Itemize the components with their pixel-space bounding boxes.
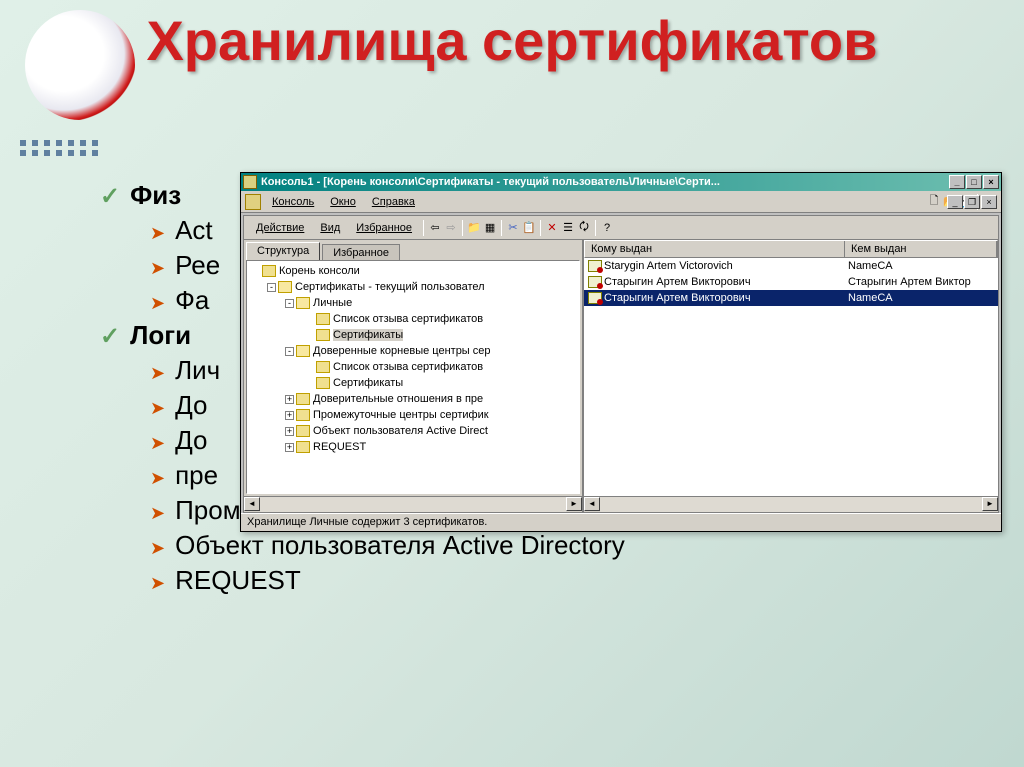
status-bar: Хранилище Личные содержит 3 сертификатов… — [241, 513, 1001, 531]
tree-label: Сертификаты — [333, 329, 403, 341]
mmc-window: Консоль1 - [Корень консоли\Сертификаты -… — [240, 172, 1002, 532]
expand-toggle[interactable]: + — [285, 427, 294, 436]
tree-label: Сертификаты - текущий пользовател — [295, 281, 485, 293]
list-row[interactable]: Starygin Artem VictorovichNameCA — [584, 258, 998, 274]
tree-label: Объект пользователя Active Direct — [313, 425, 488, 437]
scroll-right-icon[interactable]: ► — [982, 497, 998, 511]
menu-console[interactable]: Консоль — [264, 194, 322, 210]
tree-label: Корень консоли — [279, 265, 360, 277]
tree-node[interactable]: + REQUEST — [249, 439, 577, 455]
decorative-dots — [20, 140, 100, 156]
console-icon — [245, 194, 261, 210]
tree-node[interactable]: + Объект пользователя Active Direct — [249, 423, 577, 439]
titlebar[interactable]: Консоль1 - [Корень консоли\Сертификаты -… — [241, 173, 1001, 191]
bullet-item: REQUEST — [150, 565, 984, 596]
delete-icon[interactable]: ✕ — [544, 220, 560, 236]
tree-node[interactable]: - Доверенные корневые центры сер — [249, 343, 577, 359]
slide-logo — [25, 10, 155, 130]
folder-icon — [262, 265, 276, 277]
col-issued-to[interactable]: Кому выдан — [585, 241, 845, 257]
expand-toggle[interactable]: + — [285, 395, 294, 404]
tree-label: Промежуточные центры сертифик — [313, 409, 489, 421]
tree-label: Список отзыва сертификатов — [333, 313, 483, 325]
cut-icon[interactable]: ✂ — [505, 220, 521, 236]
minimize-button[interactable]: _ — [949, 175, 965, 189]
certificate-icon — [588, 276, 602, 288]
new-icon[interactable]: 🗋 — [926, 194, 942, 210]
inner-toolbar: Действие Вид Избранное ⇦ ⇨ 📁 ▦ ✂ 📋 ✕ ☰ 🗘… — [244, 216, 998, 240]
refresh-icon[interactable]: 🗘 — [576, 220, 592, 236]
tree-label: REQUEST — [313, 441, 366, 453]
child-restore-button[interactable]: ❐ — [964, 195, 980, 209]
forward-icon[interactable]: ⇨ — [443, 220, 459, 236]
folder-icon — [296, 345, 310, 357]
expand-toggle[interactable]: - — [267, 283, 276, 292]
list-header: Кому выдан Кем выдан — [584, 240, 998, 258]
tree-node[interactable]: Сертификаты — [249, 375, 577, 391]
folder-icon — [316, 377, 330, 389]
show-hide-icon[interactable]: ▦ — [482, 220, 498, 236]
tree-label: Личные — [313, 297, 352, 309]
bullet-item: Объект пользователя Active Directory — [150, 530, 984, 561]
tree-view[interactable]: Корень консоли-Сертификаты - текущий пол… — [246, 260, 580, 494]
close-button[interactable]: × — [983, 175, 999, 189]
tab-structure[interactable]: Структура — [246, 242, 320, 260]
scroll-left-icon[interactable]: ◄ — [244, 497, 260, 511]
tree-pane: Структура Избранное Корень консоли-Серти… — [244, 240, 584, 512]
outer-menubar: Консоль Окно Справка 🗋 📂 💾 ▦ — [241, 191, 1001, 213]
expand-toggle[interactable]: + — [285, 411, 294, 420]
certificate-icon — [588, 260, 602, 272]
menu-favorites[interactable]: Избранное — [348, 220, 420, 236]
folder-icon — [296, 409, 310, 421]
list-pane: Кому выдан Кем выдан Starygin Artem Vict… — [584, 240, 998, 512]
folder-icon — [316, 313, 330, 325]
folder-icon — [278, 281, 292, 293]
folder-icon — [316, 329, 330, 341]
child-minimize-button[interactable]: _ — [947, 195, 963, 209]
back-icon[interactable]: ⇦ — [427, 220, 443, 236]
menu-view[interactable]: Вид — [312, 220, 348, 236]
menu-action[interactable]: Действие — [248, 220, 312, 236]
scroll-left-icon[interactable]: ◄ — [584, 497, 600, 511]
mdi-child: _ ❐ × Действие Вид Избранное ⇦ ⇨ 📁 ▦ ✂ 📋… — [243, 215, 999, 513]
list-row[interactable]: Старыгин Артем ВикторовичСтарыгин Артем … — [584, 274, 998, 290]
tree-node[interactable]: Сертификаты — [249, 327, 577, 343]
tree-node[interactable]: - Личные — [249, 295, 577, 311]
folder-icon — [296, 393, 310, 405]
list-row[interactable]: Старыгин Артем ВикторовичNameCA — [584, 290, 998, 306]
list-hscroll[interactable]: ◄ ► — [584, 496, 998, 512]
folder-icon — [296, 297, 310, 309]
tree-label: Доверенные корневые центры сер — [313, 345, 491, 357]
properties-icon[interactable]: ☰ — [560, 220, 576, 236]
maximize-button[interactable]: □ — [966, 175, 982, 189]
folder-icon — [296, 441, 310, 453]
tree-node[interactable]: Корень консоли — [249, 263, 577, 279]
tree-label: Сертификаты — [333, 377, 403, 389]
child-close-button[interactable]: × — [981, 195, 997, 209]
tree-label: Список отзыва сертификатов — [333, 361, 483, 373]
tree-hscroll[interactable]: ◄ ► — [244, 496, 582, 512]
expand-toggle[interactable]: - — [285, 347, 294, 356]
tree-node[interactable]: + Промежуточные центры сертифик — [249, 407, 577, 423]
folder-icon — [296, 425, 310, 437]
menu-help[interactable]: Справка — [364, 194, 423, 210]
tree-node[interactable]: + Доверительные отношения в пре — [249, 391, 577, 407]
list-view[interactable]: Starygin Artem VictorovichNameCAСтарыгин… — [584, 258, 998, 496]
app-icon — [243, 175, 257, 189]
scroll-right-icon[interactable]: ► — [566, 497, 582, 511]
copy-icon[interactable]: 📋 — [521, 220, 537, 236]
folder-icon — [316, 361, 330, 373]
tree-node[interactable]: Список отзыва сертификатов — [249, 359, 577, 375]
up-icon[interactable]: 📁 — [466, 220, 482, 236]
tree-label: Доверительные отношения в пре — [313, 393, 483, 405]
help-icon[interactable]: ? — [599, 220, 615, 236]
certificate-icon — [588, 292, 602, 304]
tree-node[interactable]: Список отзыва сертификатов — [249, 311, 577, 327]
window-title: Консоль1 - [Корень консоли\Сертификаты -… — [261, 176, 949, 188]
expand-toggle[interactable]: + — [285, 443, 294, 452]
menu-window[interactable]: Окно — [322, 194, 364, 210]
col-issued-by[interactable]: Кем выдан — [845, 241, 997, 257]
tree-node[interactable]: - Сертификаты - текущий пользовател — [249, 279, 577, 295]
expand-toggle[interactable]: - — [285, 299, 294, 308]
